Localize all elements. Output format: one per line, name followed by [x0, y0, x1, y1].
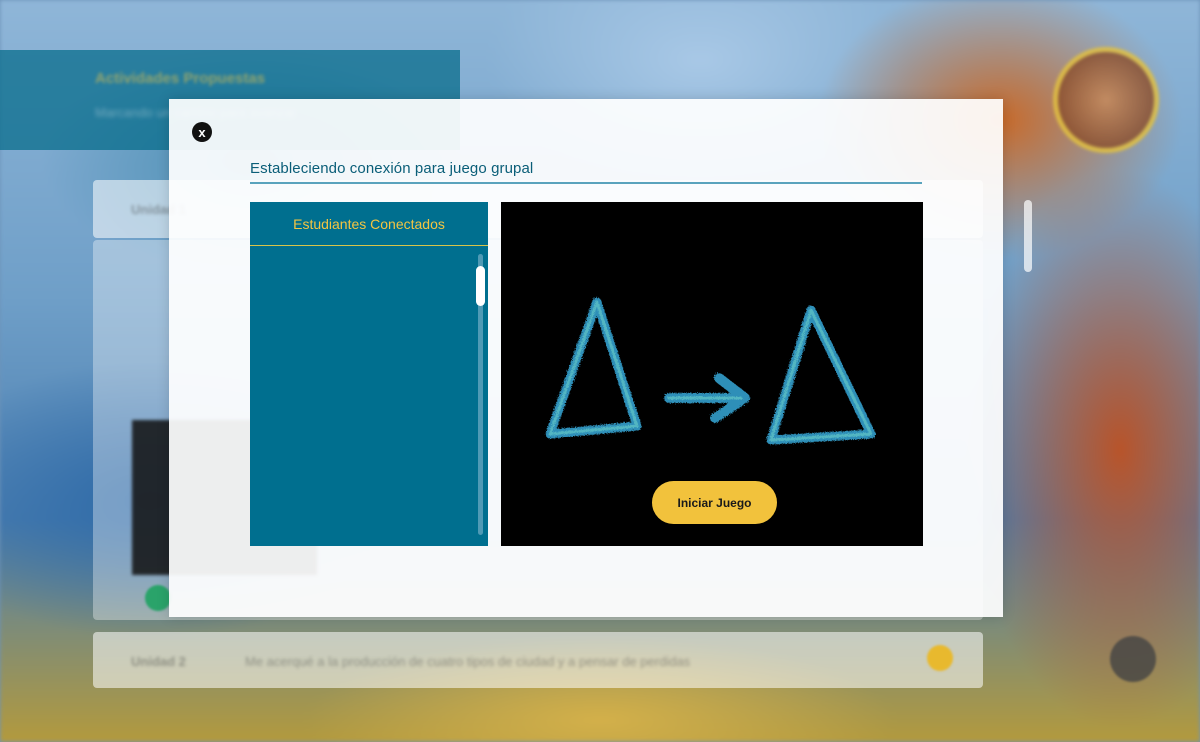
unit-card-dot	[145, 585, 171, 611]
group-game-modal: x Estableciendo conexión para juego grup…	[169, 99, 1003, 617]
activities-title: Actividades Propuestas	[95, 70, 266, 87]
x-icon: x	[198, 124, 206, 140]
user-avatar	[1058, 52, 1154, 148]
title-divider	[250, 182, 922, 184]
game-preview-panel: Iniciar Juego	[501, 202, 923, 546]
close-button[interactable]: x	[192, 122, 212, 142]
cast-icon	[1110, 636, 1156, 682]
students-scroll-thumb[interactable]	[476, 266, 485, 306]
unit-panel-bottom: Unidad 2 Me acerqué a la producción de c…	[93, 632, 983, 688]
unit-bottom-description: Me acerqué a la producción de cuatro tip…	[245, 654, 691, 669]
connected-students-panel: Estudiantes Conectados	[250, 202, 488, 546]
page-scrollbar	[1024, 200, 1032, 272]
start-game-button[interactable]: Iniciar Juego	[652, 481, 777, 524]
modal-title: Estableciendo conexión para juego grupal	[250, 160, 534, 177]
unit-bottom-dot	[927, 645, 953, 671]
connected-students-header: Estudiantes Conectados	[250, 202, 488, 246]
unit-bottom-label: Unidad 2	[131, 654, 186, 669]
